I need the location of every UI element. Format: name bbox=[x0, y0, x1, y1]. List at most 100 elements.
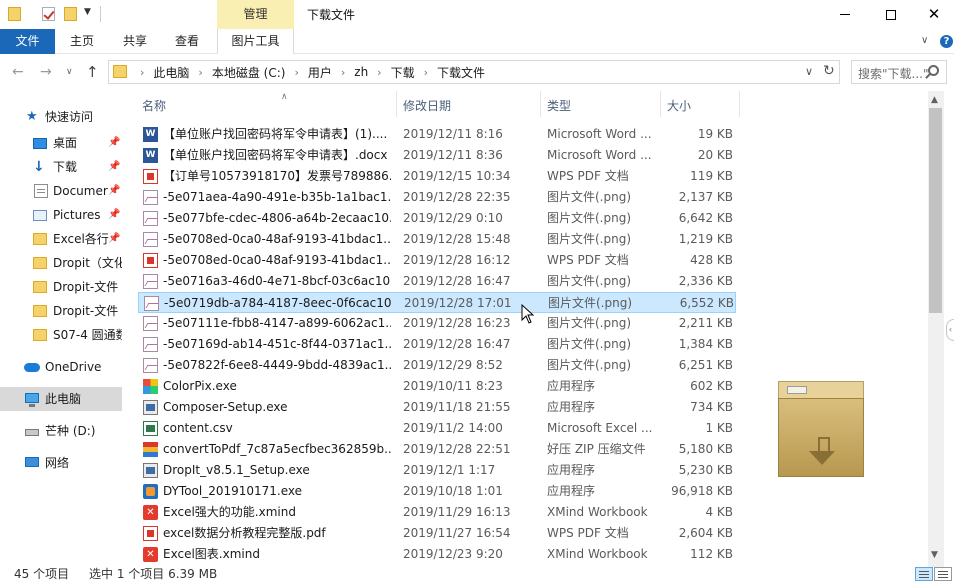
details-view-button[interactable] bbox=[915, 567, 933, 581]
pin-icon[interactable]: 📌 bbox=[108, 131, 120, 155]
new-folder-icon[interactable] bbox=[64, 7, 77, 21]
folder-icon[interactable] bbox=[8, 7, 21, 21]
customize-toolbar-chevron-down-icon[interactable]: ▼ bbox=[84, 7, 91, 23]
help-icon[interactable]: ? bbox=[940, 35, 953, 48]
up-arrow-icon[interactable]: ↑ bbox=[86, 63, 99, 81]
sidebar-item-dropit-3[interactable]: Dropit-文件 bbox=[0, 299, 122, 323]
expand-ribbon-chevron-down-icon[interactable]: ∨ bbox=[921, 35, 928, 46]
address-history-chevron-down-icon[interactable]: ∨ bbox=[805, 65, 813, 78]
column-header-date[interactable]: 修改日期 bbox=[403, 97, 451, 114]
column-divider[interactable] bbox=[540, 91, 541, 117]
maximize-button[interactable] bbox=[868, 0, 914, 29]
sidebar-item-drive-d[interactable]: 芒种 (D:) bbox=[0, 419, 122, 443]
sidebar-item-quick-access[interactable]: ★ 快速访问 bbox=[0, 105, 122, 129]
word-doc-icon: W bbox=[143, 148, 158, 163]
refresh-icon[interactable]: ↻ bbox=[823, 63, 835, 79]
file-size: 1 KB bbox=[705, 421, 733, 435]
breadcrumb-downloads[interactable]: 下载 bbox=[391, 64, 415, 81]
dytool-app-icon bbox=[143, 484, 158, 499]
tab-home[interactable]: 主页 bbox=[62, 29, 102, 54]
file-row[interactable]: convertToPdf_7c87a5ecfbec362859b... 2019/… bbox=[138, 439, 736, 460]
breadcrumb-local-disk-c[interactable]: 本地磁盘 (C:) bbox=[212, 64, 286, 81]
collapse-preview-chevron-left-icon[interactable]: ‹ bbox=[946, 319, 954, 341]
search-input[interactable]: 搜索"下载..." bbox=[851, 60, 947, 84]
column-header-size[interactable]: 大小 bbox=[667, 97, 691, 114]
file-row[interactable]: -5e0719db-a784-4187-8eec-0f6cac10... 2019… bbox=[138, 292, 736, 313]
file-row[interactable]: ✕ Excel强大的功能.xmind 2019/11/29 16:13 XMind W… bbox=[138, 502, 736, 523]
file-size: 602 KB bbox=[690, 379, 733, 393]
properties-icon[interactable] bbox=[42, 7, 55, 21]
forward-arrow-icon[interactable]: → bbox=[40, 64, 52, 80]
file-row[interactable]: -5e071aea-4a90-491e-b35b-1a1bac1... 2019/… bbox=[138, 187, 736, 208]
png-image-icon bbox=[143, 358, 158, 373]
pin-icon[interactable]: 📌 bbox=[108, 179, 120, 203]
sidebar-item-downloads[interactable]: ↓ 下载 📌 bbox=[0, 155, 122, 179]
file-row[interactable]: -5e07111e-fbb8-4147-a899-6062ac1... 2019/… bbox=[138, 313, 736, 334]
minimize-button[interactable] bbox=[822, 0, 868, 29]
chevron-right-icon[interactable]: › bbox=[198, 66, 202, 79]
column-divider[interactable] bbox=[660, 91, 661, 117]
tab-share[interactable]: 共享 bbox=[115, 29, 155, 54]
pin-icon[interactable]: 📌 bbox=[108, 155, 120, 179]
file-row[interactable]: Composer-Setup.exe 2019/11/18 21:55 应用程序 73… bbox=[138, 397, 736, 418]
tab-view[interactable]: 查看 bbox=[167, 29, 207, 54]
pin-icon[interactable]: 📌 bbox=[108, 203, 120, 227]
file-date: 2019/11/27 16:54 bbox=[403, 526, 511, 540]
chevron-right-icon[interactable]: › bbox=[341, 66, 345, 79]
scrollbar-thumb[interactable] bbox=[929, 108, 942, 313]
breadcrumb-users[interactable]: 用户 bbox=[308, 64, 332, 81]
chevron-right-icon[interactable]: › bbox=[294, 66, 298, 79]
file-row[interactable]: content.csv 2019/11/2 14:00 Microsoft Exce… bbox=[138, 418, 736, 439]
large-icons-view-button[interactable] bbox=[934, 567, 952, 581]
breadcrumb-zh[interactable]: zh bbox=[354, 65, 368, 79]
breadcrumb-download-files[interactable]: 下载文件 bbox=[437, 64, 485, 81]
scroll-down-arrow-icon[interactable]: ▼ bbox=[931, 550, 938, 560]
file-row[interactable]: -5e0716a3-46d0-4e71-8bcf-03c6ac10... 2019… bbox=[138, 271, 736, 292]
close-button[interactable]: ✕ bbox=[914, 0, 954, 29]
vertical-scrollbar[interactable]: ▲ ▼ bbox=[928, 91, 944, 567]
tab-file[interactable]: 文件 bbox=[0, 29, 55, 54]
recent-locations-chevron-down-icon[interactable]: ∨ bbox=[66, 67, 73, 77]
sidebar-item-pictures[interactable]: Pictures 📌 bbox=[0, 203, 122, 227]
back-arrow-icon[interactable]: ← bbox=[12, 64, 24, 80]
sidebar-item-onedrive[interactable]: OneDrive bbox=[0, 355, 122, 379]
column-divider[interactable] bbox=[396, 91, 397, 117]
file-row[interactable]: -5e07822f-6ee8-4449-9bdd-4839ac1... 2019/… bbox=[138, 355, 736, 376]
file-row[interactable]: -5e077bfe-cdec-4806-a64b-2ecaac10... 2019… bbox=[138, 208, 736, 229]
sidebar-item-desktop[interactable]: 桌面 📌 bbox=[0, 131, 122, 155]
file-row[interactable]: -5e0708ed-0ca0-48af-9193-41bdac1... 2019/… bbox=[138, 229, 736, 250]
scroll-up-arrow-icon[interactable]: ▲ bbox=[931, 95, 938, 105]
file-type: 应用程序 bbox=[547, 484, 596, 498]
sidebar-item-network[interactable]: 网络 bbox=[0, 451, 122, 475]
file-row[interactable]: DropIt_v8.5.1_Setup.exe 2019/12/1 1:17 应用程… bbox=[138, 460, 736, 481]
file-row[interactable]: excel数据分析教程完整版.pdf 2019/11/27 16:54 WPS PD… bbox=[138, 523, 736, 544]
sidebar-item-dropit-2[interactable]: Dropit-文件 bbox=[0, 275, 122, 299]
chevron-right-icon[interactable]: › bbox=[377, 66, 381, 79]
pin-icon[interactable]: 📌 bbox=[108, 227, 120, 251]
tab-manage[interactable]: 管理 bbox=[217, 0, 294, 29]
sidebar-item-this-pc[interactable]: 此电脑 bbox=[0, 387, 122, 411]
breadcrumb-this-pc[interactable]: 此电脑 bbox=[153, 64, 189, 81]
search-icon[interactable] bbox=[928, 65, 939, 76]
file-row[interactable]: W 【单位账户找回密码将军令申请表】.docx 2019/12/11 8:36 Mic… bbox=[138, 145, 736, 166]
sidebar-item-excel-folder[interactable]: Excel各行 📌 bbox=[0, 227, 122, 251]
file-row[interactable]: 【订单号10573918170】发票号789886... 2019/12/15 1… bbox=[138, 166, 736, 187]
file-row[interactable]: -5e0708ed-0ca0-48af-9193-41bdac1... 2019/… bbox=[138, 250, 736, 271]
file-row[interactable]: -5e07169d-ab14-451c-8f44-0371ac1... 2019/… bbox=[138, 334, 736, 355]
sidebar-item-dropit-1[interactable]: Dropit（文化 bbox=[0, 251, 122, 275]
chevron-right-icon[interactable]: › bbox=[424, 66, 428, 79]
file-row[interactable]: ColorPix.exe 2019/10/11 8:23 应用程序 602 KB bbox=[138, 376, 736, 397]
column-header-name[interactable]: 名称 ∧ bbox=[142, 92, 288, 114]
file-row[interactable]: DYTool_201910171.exe 2019/10/18 1:01 应用程序 9… bbox=[138, 481, 736, 502]
file-row[interactable]: ✕ Excel图表.xmind 2019/12/23 9:20 XMind Workb… bbox=[138, 544, 736, 565]
sidebar-item-documents[interactable]: Documer 📌 bbox=[0, 179, 122, 203]
address-bar[interactable]: › 此电脑 › 本地磁盘 (C:) › 用户 › zh › 下载 › 下载文件 … bbox=[108, 60, 840, 84]
chevron-right-icon[interactable]: › bbox=[140, 66, 144, 79]
sidebar-item-s07-4[interactable]: S07-4 圆通数 bbox=[0, 323, 122, 347]
file-size: 428 KB bbox=[690, 253, 733, 267]
column-header-type[interactable]: 类型 bbox=[547, 97, 571, 114]
file-row[interactable]: W 【单位账户找回密码将军令申请表】(1).... 2019/12/11 8:16 M… bbox=[138, 124, 736, 145]
column-divider[interactable] bbox=[739, 91, 740, 117]
tab-picture-tools[interactable]: 图片工具 bbox=[217, 29, 294, 54]
file-date: 2019/12/28 16:47 bbox=[403, 274, 511, 288]
